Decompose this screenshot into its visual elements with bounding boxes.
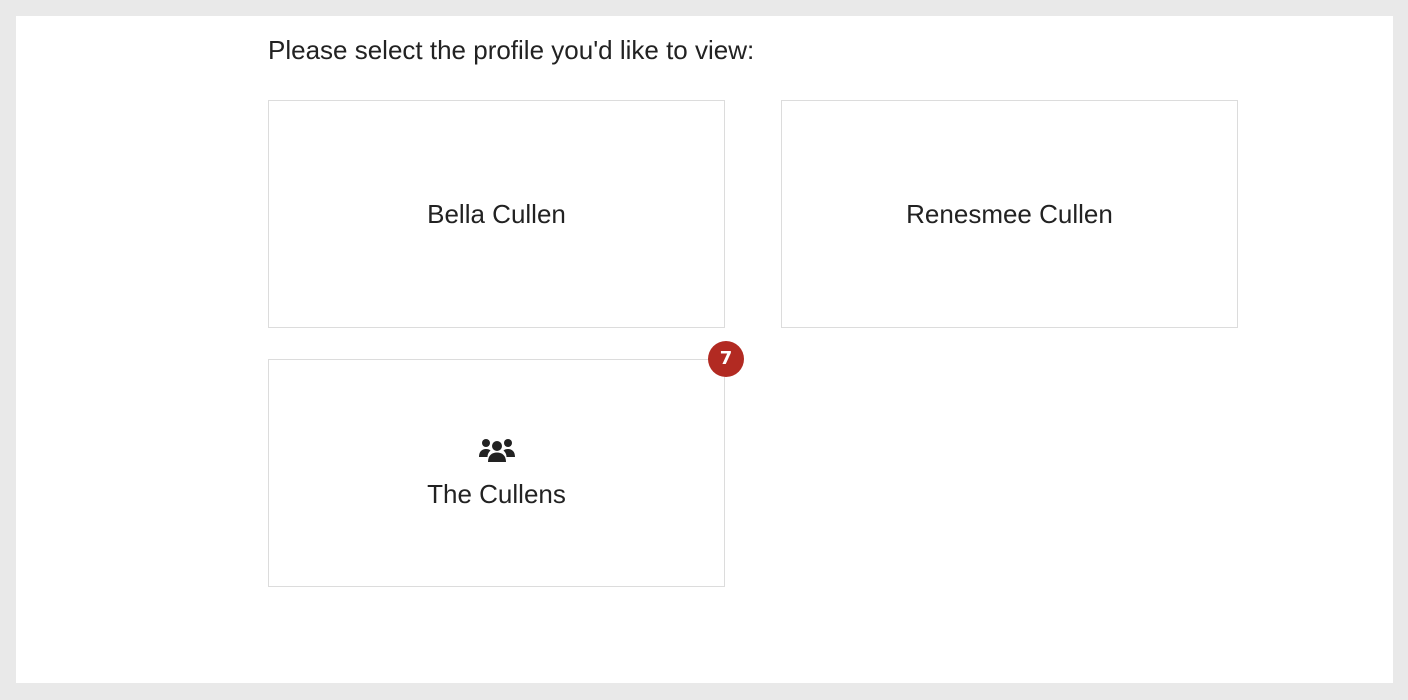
notification-count-badge: 7 xyxy=(708,341,744,377)
profile-name: Bella Cullen xyxy=(427,199,566,229)
profile-name: The Cullens xyxy=(427,479,566,509)
users-group-icon xyxy=(478,435,515,465)
profile-card-bella-cullen[interactable]: Bella Cullen xyxy=(268,100,725,328)
profile-name: Renesmee Cullen xyxy=(906,199,1113,229)
profile-card-renesmee-cullen[interactable]: Renesmee Cullen xyxy=(781,100,1238,328)
profile-selection-panel: Please select the profile you'd like to … xyxy=(16,16,1393,683)
profile-card-the-cullens[interactable]: The Cullens xyxy=(268,359,725,587)
page-prompt: Please select the profile you'd like to … xyxy=(268,35,755,65)
